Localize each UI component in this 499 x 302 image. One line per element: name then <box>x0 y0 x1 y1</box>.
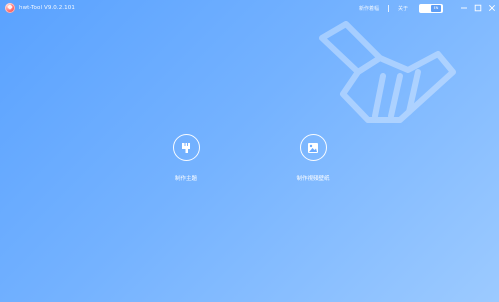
app-logo-icon <box>5 3 15 13</box>
title-divider <box>387 4 389 12</box>
language-toggle[interactable]: EN <box>419 3 443 13</box>
maximize-icon <box>474 4 482 12</box>
video-wallpaper-icon <box>308 142 318 153</box>
make-video-wallpaper-button[interactable]: 制作視頻壁纸 <box>277 134 349 182</box>
feature-icon-circle <box>172 134 200 161</box>
whats-new-link[interactable]: 新作着幅 <box>359 5 379 12</box>
app-title: hwt-Tool V9.0.2.101 <box>19 5 75 11</box>
feature-label: 制作視頻壁纸 <box>296 176 330 182</box>
make-theme-button[interactable]: 制作主題 <box>151 134 221 182</box>
maximize-button[interactable] <box>471 0 485 16</box>
language-toggle-knob: EN <box>431 4 441 12</box>
feature-label: 制作主題 <box>174 176 197 182</box>
close-icon <box>488 4 496 12</box>
close-button[interactable] <box>485 0 499 16</box>
broom-icon <box>319 21 456 123</box>
app-window: hwt-Tool V9.0.2.101 新作着幅 关于 EN 制作主題 制作視頻… <box>0 0 499 302</box>
brush-icon <box>182 142 190 153</box>
about-link[interactable]: 关于 <box>398 5 408 12</box>
minimize-icon <box>461 7 467 9</box>
window-controls <box>457 0 499 16</box>
feature-icon-circle <box>299 134 327 161</box>
